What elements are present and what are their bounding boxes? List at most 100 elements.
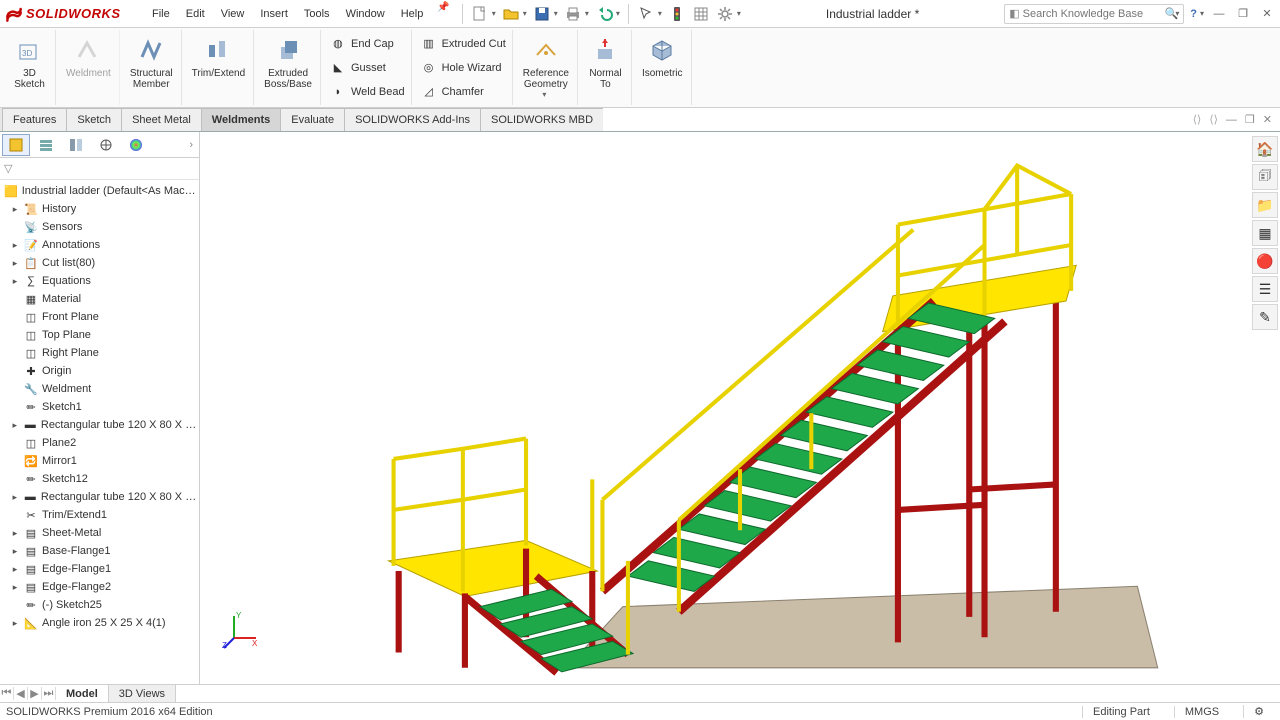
- tree-item[interactable]: ▸📝Annotations: [0, 236, 199, 254]
- cmd-weldment[interactable]: Weldment: [58, 30, 120, 105]
- settings-icon[interactable]: [716, 5, 734, 23]
- select-icon[interactable]: [637, 5, 655, 23]
- cmd-reference-geometry[interactable]: Reference Geometry ▾: [515, 30, 578, 105]
- menu-insert[interactable]: Insert: [252, 2, 296, 26]
- new-icon[interactable]: [471, 5, 489, 23]
- cmd-extruded-boss[interactable]: Extruded Boss/Base: [256, 30, 321, 105]
- bottom-tab-model[interactable]: Model: [56, 685, 109, 702]
- tab-features[interactable]: Features: [2, 108, 67, 131]
- tab-evaluate[interactable]: Evaluate: [280, 108, 345, 131]
- expand-icon[interactable]: ▸: [10, 204, 20, 215]
- tab-sketch[interactable]: Sketch: [66, 108, 122, 131]
- expand-icon[interactable]: ▸: [10, 492, 20, 503]
- pin-icon[interactable]: 📌: [437, 2, 449, 26]
- forum-icon[interactable]: ✎: [1252, 304, 1278, 330]
- tree-item[interactable]: ✚Origin: [0, 362, 199, 380]
- inner-restore-icon[interactable]: ❐: [1245, 113, 1255, 126]
- tab-addins[interactable]: SOLIDWORKS Add-Ins: [344, 108, 481, 131]
- bottom-tab-3dviews[interactable]: 3D Views: [109, 685, 176, 702]
- tree-item[interactable]: 📡Sensors: [0, 218, 199, 236]
- options-icon[interactable]: [692, 5, 710, 23]
- inner-minimize-icon[interactable]: —: [1226, 114, 1237, 126]
- property-mgr-tab-icon[interactable]: [32, 134, 60, 156]
- menu-tools[interactable]: Tools: [296, 2, 338, 26]
- search-box[interactable]: ◧ 🔍▾: [1004, 4, 1184, 24]
- traffic-light-icon[interactable]: [668, 5, 686, 23]
- menu-file[interactable]: File: [144, 2, 178, 26]
- tree-item[interactable]: ✂Trim/Extend1: [0, 506, 199, 524]
- cmd-gusset[interactable]: ◣Gusset: [329, 56, 405, 79]
- file-explorer-icon[interactable]: ▦: [1252, 220, 1278, 246]
- tree-item[interactable]: ✏(-) Sketch25: [0, 596, 199, 614]
- resources-icon[interactable]: 🗊: [1252, 164, 1278, 190]
- dimxpert-mgr-tab-icon[interactable]: [92, 134, 120, 156]
- next-view-icon[interactable]: ⟨⟩: [1209, 113, 1218, 126]
- tree-item[interactable]: ▸▤Edge-Flange2: [0, 578, 199, 596]
- inner-close-icon[interactable]: ✕: [1263, 113, 1272, 126]
- tree-item[interactable]: ▸📋Cut list(80): [0, 254, 199, 272]
- tree-item[interactable]: ▸▤Edge-Flange1: [0, 560, 199, 578]
- tree-item[interactable]: ✏Sketch1: [0, 398, 199, 416]
- home-icon[interactable]: 🏠: [1252, 136, 1278, 162]
- close-icon[interactable]: ✕: [1258, 5, 1276, 23]
- tree-item[interactable]: ◫Plane2: [0, 434, 199, 452]
- menu-window[interactable]: Window: [338, 2, 393, 26]
- cmd-hole-wizard[interactable]: ◎Hole Wizard: [420, 56, 506, 79]
- tree-item[interactable]: ▸▬Rectangular tube 120 X 80 X 8(2): [0, 488, 199, 506]
- tree-item[interactable]: ◫Top Plane: [0, 326, 199, 344]
- menu-view[interactable]: View: [213, 2, 253, 26]
- tree-item[interactable]: 🔁Mirror1: [0, 452, 199, 470]
- cmd-chamfer[interactable]: ◿Chamfer: [420, 80, 506, 103]
- tree-item[interactable]: ▸▤Sheet-Metal: [0, 524, 199, 542]
- cmd-end-cap[interactable]: ◍End Cap: [329, 32, 405, 55]
- design-library-icon[interactable]: 📁: [1252, 192, 1278, 218]
- tree-item[interactable]: ▸∑Equations: [0, 272, 199, 290]
- expand-icon[interactable]: ▸: [10, 420, 20, 431]
- tree-item[interactable]: ◫Right Plane: [0, 344, 199, 362]
- config-mgr-tab-icon[interactable]: [62, 134, 90, 156]
- expand-icon[interactable]: ▸: [10, 258, 20, 269]
- tree-item[interactable]: ◫Front Plane: [0, 308, 199, 326]
- cmd-3d-sketch[interactable]: 3D 3D Sketch: [4, 30, 56, 105]
- cmd-normal-to[interactable]: Normal To: [580, 30, 632, 105]
- search-input[interactable]: [1023, 8, 1165, 20]
- expand-icon[interactable]: ▸: [10, 546, 20, 557]
- feature-mgr-tab-icon[interactable]: [2, 134, 30, 156]
- restore-icon[interactable]: ❐: [1234, 5, 1252, 23]
- expand-icon[interactable]: ▸: [10, 618, 20, 629]
- appearances-icon[interactable]: 🔴: [1252, 248, 1278, 274]
- cmd-trim-extend[interactable]: Trim/Extend: [184, 30, 255, 105]
- open-icon[interactable]: [502, 5, 520, 23]
- tab-nav-arrows[interactable]: ⏮◀▶⏭: [0, 685, 56, 702]
- status-units[interactable]: MMGS: [1174, 706, 1229, 718]
- help-icon[interactable]: ?: [1190, 8, 1197, 20]
- tree-item[interactable]: ✏Sketch12: [0, 470, 199, 488]
- minimize-icon[interactable]: —: [1210, 5, 1228, 23]
- undo-icon[interactable]: [595, 5, 613, 23]
- custom-props-icon[interactable]: ☰: [1252, 276, 1278, 302]
- feature-tree[interactable]: 🟨 Industrial ladder (Default<As Machined…: [0, 180, 199, 684]
- save-icon[interactable]: [533, 5, 551, 23]
- tree-item[interactable]: ▸📐Angle iron 25 X 25 X 4(1): [0, 614, 199, 632]
- expand-icon[interactable]: ▸: [10, 564, 20, 575]
- cmd-isometric[interactable]: Isometric: [634, 30, 692, 105]
- expand-icon[interactable]: ▸: [10, 276, 20, 287]
- status-gear-icon[interactable]: ⚙: [1243, 705, 1274, 718]
- tab-sheet-metal[interactable]: Sheet Metal: [121, 108, 202, 131]
- panel-expand-icon[interactable]: ›: [185, 139, 197, 151]
- filter-bar[interactable]: ▽: [0, 158, 199, 180]
- cmd-extruded-cut[interactable]: ▥Extruded Cut: [420, 32, 506, 55]
- cmd-structural-member[interactable]: Structural Member: [122, 30, 182, 105]
- chevron-down-icon[interactable]: ▾: [542, 90, 546, 99]
- print-icon[interactable]: [564, 5, 582, 23]
- menu-edit[interactable]: Edit: [178, 2, 213, 26]
- tree-item[interactable]: ▸▬Rectangular tube 120 X 80 X 8(1): [0, 416, 199, 434]
- expand-icon[interactable]: ▸: [10, 582, 20, 593]
- tab-mbd[interactable]: SOLIDWORKS MBD: [480, 108, 604, 131]
- graphics-viewport[interactable]: Y X Z 🏠 🗊 📁 ▦ 🔴 ☰ ✎: [200, 132, 1280, 684]
- display-mgr-tab-icon[interactable]: [122, 134, 150, 156]
- prev-view-icon[interactable]: ⟨⟩: [1193, 113, 1202, 126]
- expand-icon[interactable]: ▸: [10, 240, 20, 251]
- menu-help[interactable]: Help: [393, 2, 432, 26]
- tab-weldments[interactable]: Weldments: [201, 108, 281, 131]
